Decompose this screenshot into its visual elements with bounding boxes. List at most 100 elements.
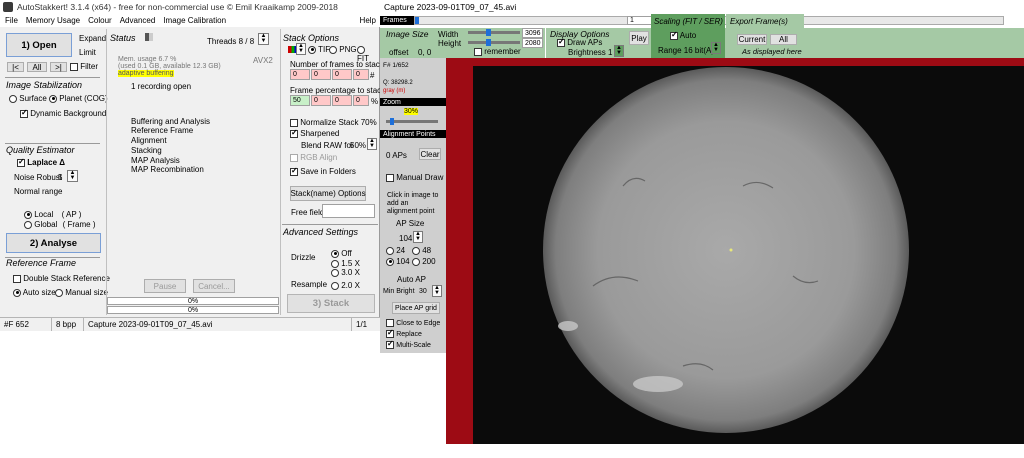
stack-name-options-button[interactable]: Stack(name) Options xyxy=(290,186,366,201)
replace-checkbox[interactable]: Replace xyxy=(386,328,422,338)
normalize-stack-checkbox[interactable]: Normalize Stack 70% xyxy=(290,118,377,127)
dynamic-background-checkbox[interactable]: Dynamic Background xyxy=(20,108,106,118)
surface-radio[interactable]: Surface xyxy=(9,94,47,103)
drizzle-off-radio[interactable]: Off xyxy=(331,249,352,258)
manual-size-radio[interactable]: Manual size xyxy=(55,288,108,297)
menu-advanced[interactable]: Advanced xyxy=(120,16,156,25)
frames-suffix: # xyxy=(370,71,375,80)
min-bright-stepper[interactable]: ▲ ▼ xyxy=(432,285,442,297)
percentage-input-2[interactable]: 0 xyxy=(311,95,331,106)
frames-input-2[interactable]: 0 xyxy=(311,69,331,80)
blend-raw-stepper[interactable]: ▲ ▼ xyxy=(367,138,377,150)
ap-size-value: 104 xyxy=(399,234,413,243)
frames-input-3[interactable]: 0 xyxy=(332,69,352,80)
close-to-edge-checkbox[interactable]: Close to Edge xyxy=(386,318,440,327)
draw-aps-checkbox[interactable]: Draw APs xyxy=(557,37,602,47)
progress-bar-1: 0% xyxy=(107,297,279,305)
last-frame-button[interactable]: >| xyxy=(50,62,67,72)
first-frame-button[interactable]: |< xyxy=(7,62,24,72)
offset-label: offset xyxy=(389,48,409,57)
export-header: Export Frame(s) xyxy=(730,17,788,26)
menu-memory-usage[interactable]: Memory Usage xyxy=(26,16,80,25)
ap-size-48-radio[interactable]: 48 xyxy=(412,246,431,255)
stack-button[interactable]: 3) Stack xyxy=(287,294,375,313)
ap-marker xyxy=(729,248,733,252)
status-filename: Capture 2023-09-01T09_07_45.avi xyxy=(84,318,352,331)
local-ap-radio[interactable]: Local ( AP ) xyxy=(24,210,81,219)
save-in-folders-checkbox[interactable]: Save in Folders xyxy=(290,166,356,176)
step-alignment: Alignment xyxy=(131,136,167,145)
planet-cog-radio[interactable]: Planet (COG) xyxy=(49,94,108,103)
width-value[interactable]: 3096 xyxy=(522,28,543,38)
scaling-range-stepper[interactable]: ▲ ▼ xyxy=(711,42,721,54)
export-current-button[interactable]: Current xyxy=(737,34,767,45)
blend-raw-value: 50% xyxy=(350,141,367,150)
clear-aps-button[interactable]: Clear xyxy=(419,148,441,160)
frames-slider-thumb[interactable] xyxy=(415,17,419,24)
normal-range-label[interactable]: Normal range xyxy=(14,187,62,196)
percentage-input-4[interactable]: 0 xyxy=(353,95,369,106)
recording-open-text: 1 recording open xyxy=(131,82,192,91)
expand-label[interactable]: Expand xyxy=(79,34,106,43)
menu-image-calibration[interactable]: Image Calibration xyxy=(163,16,226,25)
advanced-settings-header: Advanced Settings xyxy=(283,227,359,237)
cancel-button[interactable]: Cancel... xyxy=(193,279,235,293)
ap-size-24-radio[interactable]: 24 xyxy=(386,246,405,255)
pause-button[interactable]: Pause xyxy=(144,279,186,293)
remember-checkbox[interactable]: remember xyxy=(474,47,521,56)
export-all-button[interactable]: All xyxy=(770,34,797,45)
menu-file[interactable]: File xyxy=(5,16,18,25)
ap-size-200-radio[interactable]: 200 xyxy=(412,257,436,266)
analyse-button[interactable]: 2) Analyse xyxy=(6,233,101,253)
png-radio[interactable]: PNG xyxy=(329,45,357,54)
frames-input-4[interactable]: 0 xyxy=(353,69,369,80)
ap-size-104-radio[interactable]: 104 xyxy=(386,257,410,266)
step-buffering: Buffering and Analysis xyxy=(131,117,211,126)
ap-size-stepper[interactable]: ▲ ▼ xyxy=(413,231,423,243)
drizzle-3x-radio[interactable]: 3.0 X xyxy=(331,268,360,277)
multi-scale-checkbox[interactable]: Multi-Scale xyxy=(386,339,431,349)
manual-draw-checkbox[interactable]: Manual Draw xyxy=(386,173,443,182)
format-stepper[interactable]: ▲ ▼ xyxy=(296,43,306,55)
height-slider[interactable] xyxy=(468,39,520,46)
double-stack-reference-checkbox[interactable]: Double Stack Reference xyxy=(13,274,110,283)
free-field-label: Free field xyxy=(291,208,325,217)
menu-colour[interactable]: Colour xyxy=(88,16,112,25)
global-frame-radio[interactable]: Global ( Frame ) xyxy=(24,220,95,229)
filter-checkbox[interactable]: Filter xyxy=(70,62,98,71)
scaling-auto-checkbox[interactable]: Auto xyxy=(670,30,696,40)
limit-label[interactable]: Limit xyxy=(79,48,96,57)
laplace-checkbox[interactable]: Laplace Δ xyxy=(17,157,65,167)
height-value[interactable]: 2080 xyxy=(522,38,543,48)
reference-frame-header: Reference Frame xyxy=(6,258,77,268)
sharpened-checkbox[interactable]: Sharpened xyxy=(290,128,339,138)
percentage-input-1[interactable]: 50 xyxy=(290,95,310,106)
noise-robust-stepper[interactable]: ▲ ▼ xyxy=(67,170,78,182)
place-ap-grid-button[interactable]: Place AP grid xyxy=(392,302,440,314)
solar-image-canvas[interactable] xyxy=(473,66,1024,444)
rgb-align-checkbox[interactable]: RGB Align xyxy=(290,153,337,162)
alignment-side-panel: F# 1/652 Q: 38298.2 gray (m) Zoom 30% Al… xyxy=(380,58,446,353)
open-button[interactable]: 1) Open xyxy=(6,33,72,57)
play-button[interactable]: Play xyxy=(629,31,649,45)
width-slider[interactable] xyxy=(468,29,520,36)
tif-radio[interactable]: TIF xyxy=(308,45,330,54)
brightness-stepper[interactable]: ▲ ▼ xyxy=(614,45,624,57)
brightness-label: Brightness 1 x xyxy=(568,48,619,57)
step-map-analysis: MAP Analysis xyxy=(131,156,180,165)
all-frames-button[interactable]: All xyxy=(27,62,47,72)
free-field-input[interactable] xyxy=(322,204,375,218)
zoom-slider[interactable] xyxy=(386,118,438,125)
alignment-points-header: Alignment Points xyxy=(380,130,446,138)
percentage-input-3[interactable]: 0 xyxy=(332,95,352,106)
noise-robust-value: 5 xyxy=(58,173,63,182)
drizzle-1-5x-radio[interactable]: 1.5 X xyxy=(331,259,360,268)
frames-input-1[interactable]: 0 xyxy=(290,69,310,80)
menu-bar: File Memory Usage Colour Advanced Image … xyxy=(0,14,380,27)
step-stacking: Stacking xyxy=(131,146,162,155)
threads-stepper[interactable]: ▲ ▼ xyxy=(258,33,269,45)
menu-help[interactable]: Help xyxy=(360,16,376,25)
resample-2x-radio[interactable]: 2.0 X xyxy=(331,281,360,290)
frame-percentage-label: Frame percentage to stack: xyxy=(290,86,388,95)
auto-size-radio[interactable]: Auto size xyxy=(13,288,56,297)
